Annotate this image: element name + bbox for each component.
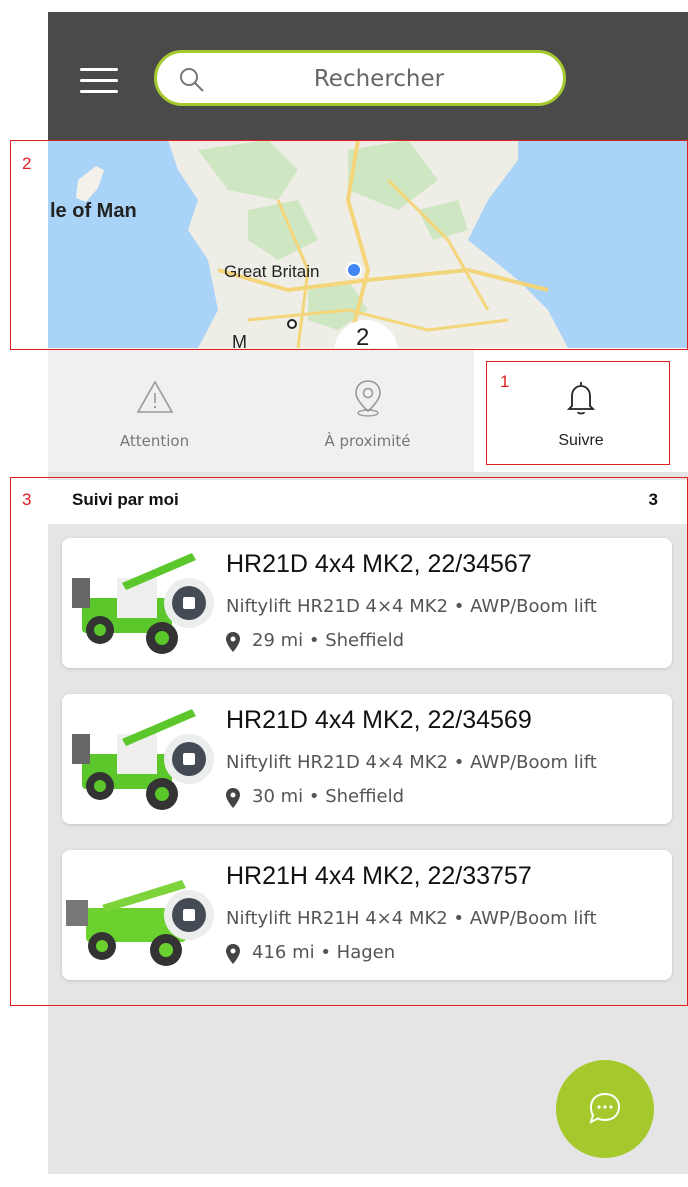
tab-attention-label: Attention bbox=[119, 432, 190, 450]
annotation-box-follow-tab bbox=[486, 361, 670, 465]
annotation-box-list bbox=[10, 477, 688, 1006]
tab-nearby-label: À proximité bbox=[324, 432, 411, 450]
annotation-box-map bbox=[10, 140, 688, 350]
search-input[interactable] bbox=[227, 61, 531, 97]
annotation-number-3: 3 bbox=[22, 490, 32, 509]
annotation-number-2: 2 bbox=[22, 154, 32, 173]
location-pin-icon bbox=[354, 380, 381, 417]
search-icon bbox=[180, 68, 204, 92]
search-bar[interactable] bbox=[154, 50, 566, 106]
menu-icon[interactable] bbox=[80, 68, 118, 94]
chat-button[interactable] bbox=[556, 1060, 654, 1158]
chat-icon bbox=[589, 1092, 621, 1124]
tab-nearby[interactable]: À proximité bbox=[261, 348, 474, 472]
top-bar bbox=[48, 12, 688, 140]
annotation-number-1: 1 bbox=[500, 372, 510, 391]
tab-attention[interactable]: Attention bbox=[48, 348, 261, 472]
warning-icon bbox=[136, 380, 173, 413]
